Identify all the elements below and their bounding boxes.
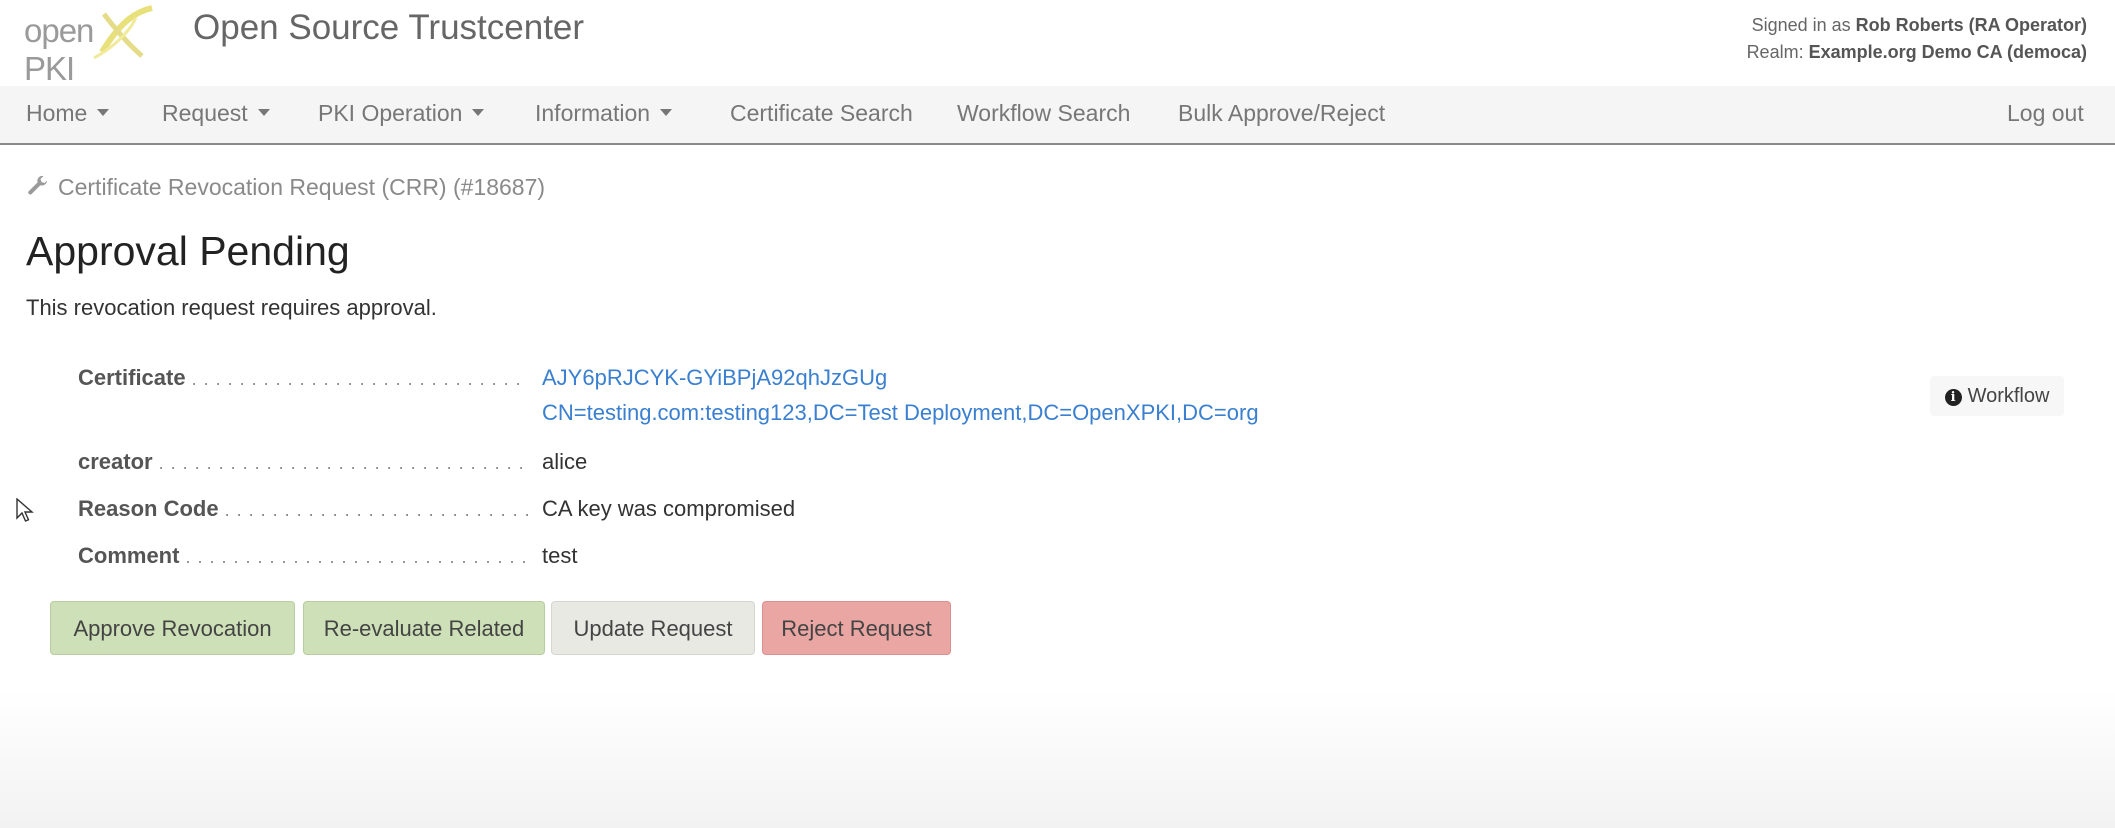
reason-code-label: Reason Code (78, 491, 528, 528)
certificate-id-link[interactable]: AJY6pRJCYK-GYiBPjA92qhJzGUg (542, 360, 1259, 395)
page-footer-area (0, 690, 2115, 828)
comment-label: Comment (78, 538, 528, 575)
comment-value: test (542, 543, 578, 568)
creator-label: creator (78, 444, 528, 481)
caret-down-icon (472, 109, 485, 117)
reason-code-value: CA key was compromised (542, 496, 796, 521)
caret-down-icon (660, 109, 673, 117)
breadcrumb: Certificate Revocation Request (CRR) (#1… (26, 174, 545, 201)
nav-pki-operation[interactable]: PKI Operation (318, 100, 485, 127)
user-info: Signed in as Rob Roberts (RA Operator) R… (1747, 12, 2087, 66)
creator-value: alice (542, 449, 588, 474)
nav-certificate-search[interactable]: Certificate Search (730, 100, 913, 127)
nav-bulk-approve-reject[interactable]: Bulk Approve/Reject (1178, 100, 1385, 127)
nav-request-label: Request (162, 100, 248, 126)
nav-workflow-search[interactable]: Workflow Search (957, 100, 1130, 127)
nav-home-label: Home (26, 100, 88, 126)
app-title: Open Source Trustcenter (193, 8, 585, 47)
nav-information-label: Information (535, 100, 651, 126)
caret-down-icon (97, 109, 110, 117)
certificate-label: Certificate (78, 360, 528, 397)
workflow-button-label: Workflow (1967, 385, 2050, 407)
detail-row-certificate: Certificate AJY6pRJCYK-GYiBPjA92qhJzGUg … (78, 360, 1378, 432)
main-nav: Home Request PKI Operation Information C… (0, 86, 2115, 145)
update-request-button[interactable]: Update Request (551, 601, 755, 655)
page-description: This revocation request requires approva… (26, 295, 437, 320)
logo-wordmark: openPKI (24, 12, 160, 88)
realm-line: Realm: Example.org Demo CA (democa) (1747, 39, 2087, 66)
wrench-icon (28, 175, 47, 195)
breadcrumb-text: Certificate Revocation Request (CRR) (#1… (58, 174, 546, 200)
logo-open-text: open (24, 12, 94, 49)
signed-in-line: Signed in as Rob Roberts (RA Operator) (1747, 12, 2087, 39)
nav-home[interactable]: Home (26, 100, 110, 127)
approve-revocation-button[interactable]: Approve Revocation (50, 601, 295, 655)
mouse-pointer-icon (16, 498, 34, 522)
signed-in-prefix: Signed in as (1751, 15, 1851, 35)
realm-value: Example.org Demo CA (democa) (1808, 42, 2087, 62)
header: openPKI Open Source Trustcenter Signed i… (0, 0, 2115, 87)
info-icon: i (1944, 389, 1962, 406)
page-title: Approval Pending (26, 228, 350, 274)
caret-down-icon (257, 109, 270, 117)
workflow-button[interactable]: i Workflow (1930, 376, 2064, 416)
nav-information[interactable]: Information (535, 100, 673, 127)
realm-prefix: Realm: (1746, 42, 1804, 62)
signed-in-user: Rob Roberts (RA Operator) (1855, 15, 2087, 35)
certificate-dn-link[interactable]: CN=testing.com:testing123,DC=Test Deploy… (542, 395, 1259, 430)
nav-pki-operation-label: PKI Operation (318, 100, 463, 126)
certificate-value: AJY6pRJCYK-GYiBPjA92qhJzGUg CN=testing.c… (542, 360, 1259, 430)
openxpki-logo[interactable]: openPKI (24, 4, 160, 87)
logo-pki-text: PKI (24, 50, 75, 87)
logout-link[interactable]: Log out (2007, 100, 2084, 127)
reevaluate-related-button[interactable]: Re-evaluate Related (303, 601, 545, 655)
nav-request[interactable]: Request (162, 100, 270, 127)
reject-request-button[interactable]: Reject Request (762, 601, 951, 655)
